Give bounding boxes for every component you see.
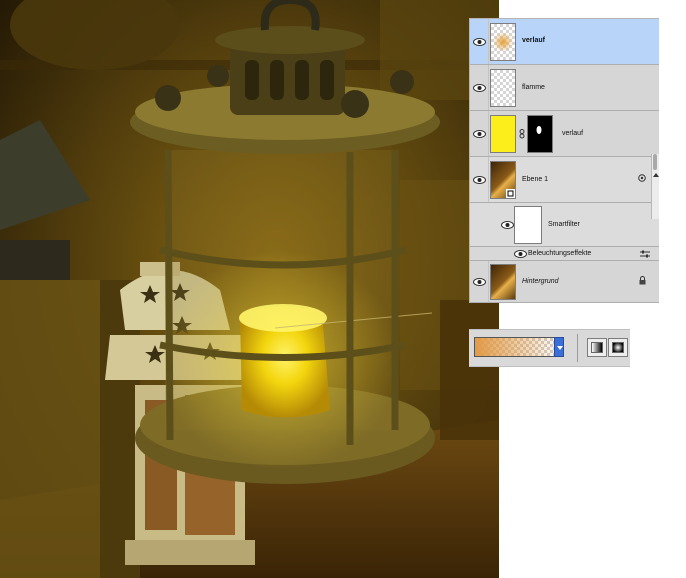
smart-object-icon <box>506 189 515 198</box>
layer-name: flamme <box>522 84 545 91</box>
layer-thumbnail <box>490 69 516 107</box>
gradient-dropdown-arrow-icon[interactable] <box>554 337 564 357</box>
link-chain-icon[interactable] <box>519 129 525 139</box>
gradient-blob-icon <box>493 32 513 52</box>
scroll-thumb[interactable] <box>653 154 657 170</box>
layer-thumbnail <box>490 23 516 61</box>
eye-icon[interactable] <box>473 129 486 139</box>
blending-options-icon[interactable] <box>640 250 650 258</box>
layer-row-hintergrund[interactable]: Hintergrund <box>470 261 659 303</box>
toolbar-divider <box>577 334 578 362</box>
eye-icon[interactable] <box>501 220 514 230</box>
eye-icon[interactable] <box>473 83 486 93</box>
layer-name: verlauf <box>522 37 545 44</box>
radial-gradient-button[interactable] <box>608 338 628 357</box>
layers-panel: verlauf flamme verlauf Ebene 1 Smartfilt… <box>469 18 659 303</box>
layer-name: Ebene 1 <box>522 176 549 183</box>
eye-icon[interactable] <box>473 37 486 47</box>
filter-options-icon[interactable] <box>638 174 646 182</box>
eye-icon[interactable] <box>514 249 527 259</box>
layer-thumbnail <box>490 264 516 300</box>
filter-mask-thumbnail[interactable] <box>514 206 542 244</box>
fill-thumbnail <box>490 115 516 153</box>
layers-scrollbar[interactable] <box>651 154 659 219</box>
layer-thumbnail <box>490 161 516 199</box>
layer-row-ebene-1[interactable]: Ebene 1 <box>470 157 659 203</box>
filter-name: Beleuchtungseffekte <box>528 250 592 257</box>
eye-icon[interactable] <box>473 277 486 287</box>
layer-name: Smartfilter <box>548 221 580 228</box>
lock-icon <box>639 276 646 285</box>
layer-row-beleuchtungseffekte[interactable]: Beleuchtungseffekte <box>470 247 659 261</box>
layer-row-verlauf-top[interactable]: verlauf <box>470 19 659 65</box>
linear-gradient-button[interactable] <box>587 338 607 357</box>
mask-thumbnail[interactable] <box>527 115 553 153</box>
lantern-photo <box>0 0 499 578</box>
image-canvas[interactable] <box>0 0 499 578</box>
layer-row-verlauf-fill[interactable]: verlauf <box>470 111 659 157</box>
layer-name: Hintergrund <box>522 278 559 285</box>
gradient-picker-swatch[interactable] <box>474 337 563 357</box>
mask-shape-icon <box>536 126 542 134</box>
eye-icon[interactable] <box>473 175 486 185</box>
linear-gradient-icon <box>591 342 603 353</box>
layer-row-smartfilter[interactable]: Smartfilter <box>470 203 659 247</box>
scroll-up-arrow-icon[interactable] <box>653 173 659 177</box>
layer-row-flamme[interactable]: flamme <box>470 65 659 111</box>
gradient-options-bar <box>469 329 630 367</box>
radial-gradient-icon <box>612 342 624 353</box>
layer-name: verlauf <box>562 130 584 137</box>
